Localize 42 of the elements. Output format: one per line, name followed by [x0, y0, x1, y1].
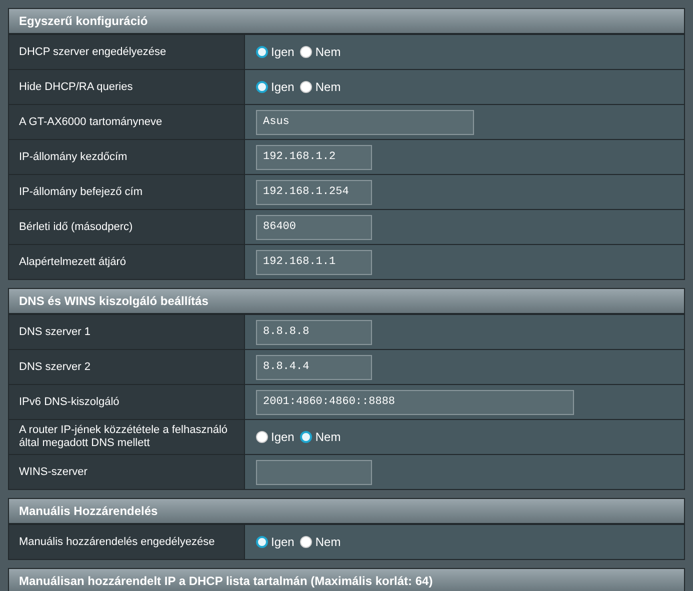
section-title: DNS és WINS kiszolgáló beállítás	[19, 293, 208, 310]
radio-option[interactable]: Igen	[256, 43, 294, 61]
setting-label: WINS-szerver	[19, 466, 88, 478]
input-field[interactable]: 192.168.1.254	[256, 180, 372, 204]
setting-label: Alapértelmezett átjáró	[19, 256, 126, 268]
setting-label: IP-állomány befejező cím	[19, 186, 142, 198]
radio-button[interactable]	[300, 46, 312, 58]
radio-button[interactable]	[256, 81, 268, 93]
setting-label: Manuális hozzárendelés engedélyezése	[19, 536, 215, 548]
radio-option[interactable]: Nem	[300, 43, 341, 61]
section-title: Egyszerű konfiguráció	[19, 13, 148, 30]
input-field[interactable]: 192.168.1.2	[256, 144, 372, 170]
setting-label: A router IP-jének közzététele a felhasználó által megadott DNS mellett	[19, 424, 229, 450]
setting-label: DHCP szerver engedélyezése	[19, 46, 166, 58]
setting-label: IP-állomány kezdőcím	[19, 150, 128, 164]
input-field[interactable]	[256, 460, 372, 484]
radio-option[interactable]: Nem	[300, 533, 341, 551]
setting-label: DNS szerver 2	[19, 360, 91, 374]
section-title: Manuális Hozzárendelés	[19, 503, 158, 520]
radio-button[interactable]	[256, 536, 268, 548]
setting-label: IPv6 DNS-kiszolgáló	[19, 396, 120, 408]
setting-label: A GT-AX6000 tartományneve	[19, 116, 162, 128]
section-title: Manuálisan hozzárendelt IP a DHCP lista tartalmán (Maximális korlát: 64)	[19, 573, 433, 590]
radio-option[interactable]: Igen	[256, 78, 294, 96]
radio-option[interactable]: Igen	[256, 428, 294, 446]
radio-option[interactable]: Nem	[300, 428, 341, 446]
setting-label: DNS szerver 1	[19, 326, 91, 338]
input-field[interactable]: 86400	[256, 214, 372, 240]
radio-button[interactable]	[256, 431, 268, 443]
radio-button[interactable]	[256, 46, 268, 58]
radio-button[interactable]	[300, 536, 312, 548]
radio-button[interactable]	[300, 81, 312, 93]
input-field[interactable]: 2001:4860:4860::8888	[256, 390, 574, 414]
radio-option[interactable]: Nem	[300, 78, 341, 96]
input-field[interactable]: 192.168.1.1	[256, 250, 372, 274]
radio-option[interactable]: Igen	[256, 533, 294, 551]
input-field[interactable]: 8.8.4.4	[256, 354, 372, 380]
setting-label: Bérleti idő (másodperc)	[19, 220, 133, 234]
setting-label: Hide DHCP/RA queries	[19, 80, 133, 94]
input-field[interactable]: Asus	[256, 110, 474, 134]
input-field[interactable]: 8.8.8.8	[256, 320, 372, 344]
radio-button[interactable]	[300, 431, 312, 443]
